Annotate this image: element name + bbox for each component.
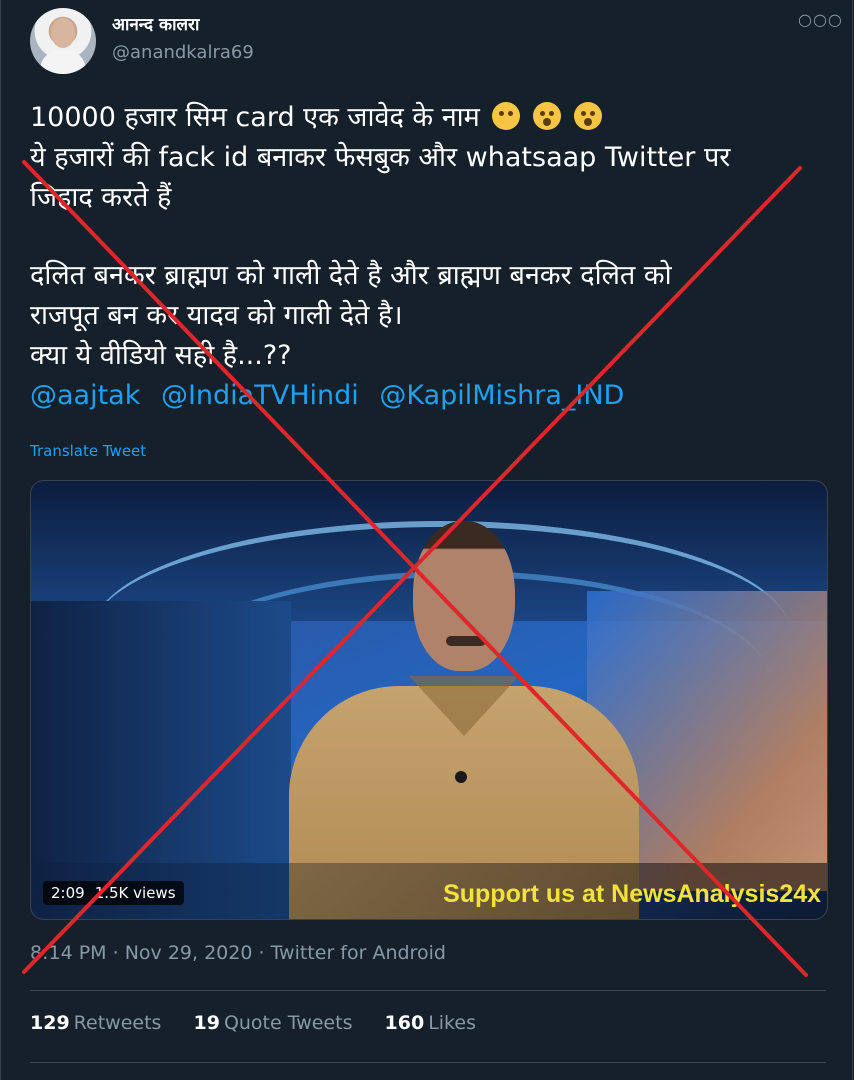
- tweet-line: क्या ये वीडियो सही है...??: [30, 340, 292, 371]
- translate-tweet-link[interactable]: Translate Tweet: [30, 442, 146, 460]
- tweet-date[interactable]: Nov 29, 2020: [125, 942, 253, 964]
- tweet-line: राजपूत बन कर यादव को गाली देते है।: [30, 300, 403, 331]
- mention-link[interactable]: @KapilMishra_IND: [379, 380, 624, 411]
- author-handle[interactable]: @anandkalra69: [112, 42, 254, 63]
- video-overlay-text: Support us at NewsAnalysis24x: [443, 880, 821, 908]
- divider: [30, 1062, 826, 1063]
- left-border: [0, 0, 1, 1080]
- tweet-line: जिहाद करते हैं: [30, 182, 172, 213]
- video-duration: 2:09: [51, 884, 85, 902]
- astonished-face-icon: [533, 102, 562, 130]
- tweet-stats: 129 Retweets 19 Quote Tweets 160 Likes: [30, 1012, 502, 1034]
- more-horizontal-icon[interactable]: ○○○: [798, 8, 842, 38]
- mention-link[interactable]: @IndiaTVHindi: [161, 380, 359, 411]
- tweet-line: 10000 हजार सिम card एक जावेद के नाम: [30, 98, 830, 138]
- tweet-source[interactable]: Twitter for Android: [271, 942, 446, 964]
- right-border: [852, 0, 853, 1080]
- video-player[interactable]: Support us at NewsAnalysis24x 2:09 1.5K v…: [30, 480, 828, 920]
- video-duration-badge: 2:09 1.5K views: [43, 881, 184, 905]
- face-with-rolling-eyes-icon: [492, 102, 521, 130]
- tweet-line: ये हजारों की fack id बनाकर फेसबुक और wha…: [30, 142, 731, 173]
- tweet-line-1-text: 10000 हजार सिम card एक जावेद के नाम: [30, 102, 480, 133]
- likes-stat[interactable]: 160 Likes: [385, 1012, 476, 1034]
- tweet-text: 10000 हजार सिम card एक जावेद के नाम ये ह…: [30, 98, 830, 416]
- mentions-line: @aajtak @IndiaTVHindi @KapilMishra_IND: [30, 376, 830, 416]
- retweets-stat[interactable]: 129 Retweets: [30, 1012, 161, 1034]
- tweet-time[interactable]: 8:14 PM: [30, 942, 107, 964]
- avatar[interactable]: [30, 8, 96, 74]
- divider: [30, 990, 826, 991]
- mention-link[interactable]: @aajtak: [30, 380, 140, 411]
- lapel-mic: [455, 771, 467, 783]
- quote-tweets-stat[interactable]: 19 Quote Tweets: [193, 1012, 352, 1034]
- video-views: 1.5K views: [94, 884, 176, 902]
- tweet-meta: 8:14 PM · Nov 29, 2020 · Twitter for And…: [30, 942, 446, 964]
- author-display-name[interactable]: आनन्द कालरा: [112, 12, 199, 35]
- tweet-line: दलित बनकर ब्राह्मण को गाली देते है और ब्…: [30, 260, 672, 291]
- astonished-face-icon: [573, 102, 602, 130]
